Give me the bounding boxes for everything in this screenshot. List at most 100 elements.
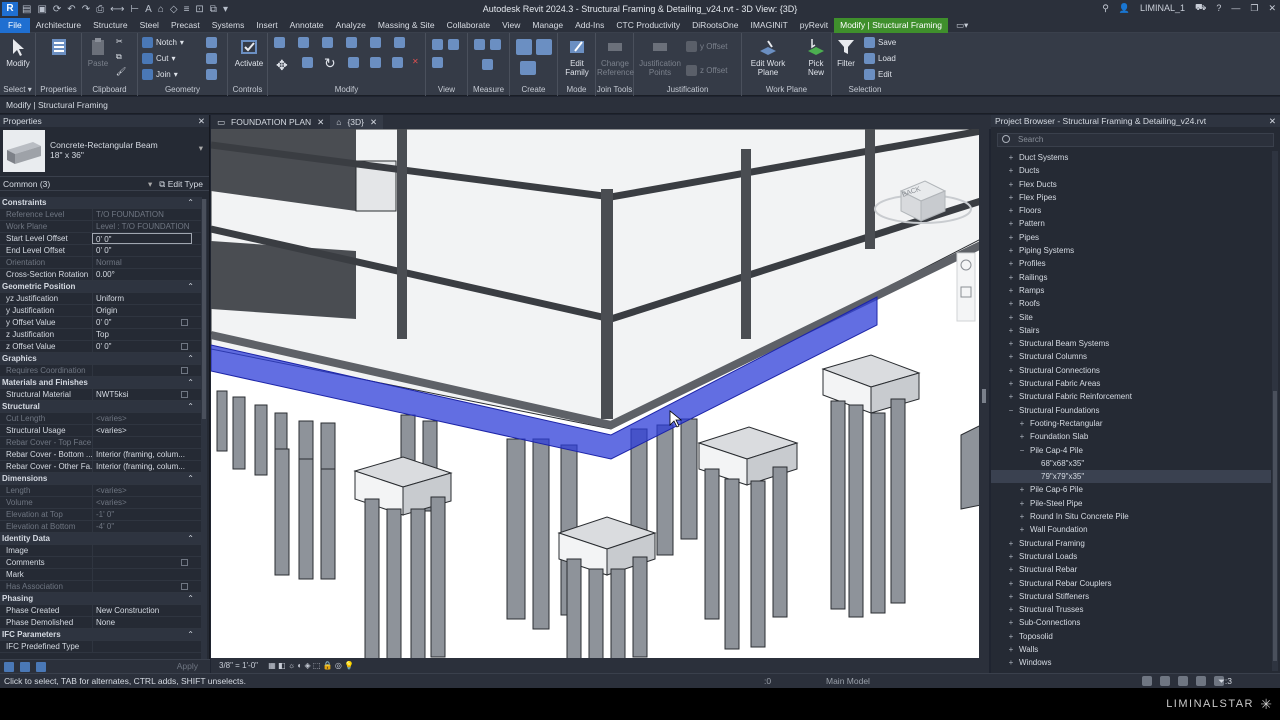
property-value[interactable]: 0' 0" — [92, 245, 192, 256]
collapse-chevron-icon[interactable]: ⌃ — [187, 281, 194, 293]
temporary-hide-icon[interactable]: ◎ — [335, 661, 342, 670]
pile-cap-2[interactable] — [697, 426, 799, 650]
properties-button[interactable] — [44, 37, 74, 59]
ribbon-tab-add-ins[interactable]: Add-Ins — [569, 18, 610, 33]
collapse-icon[interactable]: − — [1007, 404, 1015, 417]
browser-item[interactable]: + Piping Systems — [991, 244, 1271, 257]
browser-item[interactable]: + Structural Rebar — [991, 563, 1271, 576]
property-value[interactable] — [92, 641, 192, 652]
panel-view-label[interactable]: View — [426, 85, 467, 94]
create-parts-icon[interactable] — [536, 39, 552, 55]
pick-new-button[interactable]: Pick New — [802, 37, 830, 77]
view-scrollbar[interactable] — [979, 129, 989, 658]
close-button[interactable]: ✕ — [1268, 3, 1276, 14]
change-reference-button[interactable]: Change Reference — [597, 37, 634, 77]
property-category[interactable]: Constraints ⌃ — [0, 197, 202, 209]
property-value[interactable] — [92, 557, 192, 568]
undo-icon[interactable]: ↶ — [67, 4, 75, 15]
redo-icon[interactable]: ↷ — [82, 4, 90, 15]
browser-item[interactable]: + Flex Ducts — [991, 178, 1271, 191]
property-value[interactable]: Uniform — [92, 293, 192, 304]
property-value[interactable]: <varies> — [92, 425, 192, 436]
filter-dropdown[interactable]: Common (3) — [3, 179, 50, 189]
select-links-icon[interactable] — [1142, 676, 1152, 686]
edit-selection-button[interactable]: Edit — [864, 69, 892, 80]
close-icon[interactable]: ✕ — [370, 115, 377, 129]
collapse-chevron-icon[interactable]: ⌃ — [187, 473, 194, 485]
browser-item[interactable]: + Windows — [991, 656, 1271, 669]
modify-button[interactable]: Modify — [4, 37, 32, 68]
browser-item[interactable]: + Round In Situ Concrete Pile — [991, 510, 1271, 523]
property-category[interactable]: Structural ⌃ — [0, 401, 202, 413]
worksets-indicator[interactable]: :0 — [764, 674, 771, 688]
property-checkbox[interactable] — [181, 559, 188, 566]
revit-logo-icon[interactable]: R — [2, 2, 18, 16]
render-icon[interactable]: ◈ — [305, 661, 311, 670]
expand-icon[interactable]: + — [1007, 364, 1015, 377]
browser-item[interactable]: + Structural Framing — [991, 537, 1271, 550]
property-value[interactable]: Top — [92, 329, 192, 340]
ribbon-tab-steel[interactable]: Steel — [134, 18, 165, 33]
browser-item[interactable]: + Railings — [991, 271, 1271, 284]
properties-scroll-thumb[interactable] — [202, 199, 206, 419]
panel-controls-label[interactable]: Controls — [228, 85, 267, 94]
property-value[interactable]: NWT5ksi — [92, 389, 192, 400]
view-tab[interactable]: ⌂ {3D} ✕ — [330, 115, 384, 129]
pile-cap-4[interactable] — [557, 516, 657, 658]
expand-icon[interactable]: + — [1007, 630, 1015, 643]
aligned-dimension-icon[interactable] — [482, 59, 493, 70]
expand-icon[interactable]: + — [1007, 297, 1015, 310]
edit-work-plane-button[interactable]: Edit Work Plane — [746, 37, 790, 77]
browser-item[interactable]: + Stairs — [991, 324, 1271, 337]
select-by-face-icon[interactable] — [1196, 676, 1206, 686]
browser-item[interactable]: + Structural Columns — [991, 350, 1271, 363]
crop-view-icon[interactable]: ⬚ — [313, 661, 321, 670]
browser-item[interactable]: + Structural Beam Systems — [991, 337, 1271, 350]
navigation-bar[interactable] — [956, 252, 976, 322]
ribbon-tab-annotate[interactable]: Annotate — [284, 18, 330, 33]
ribbon-tab-structure[interactable]: Structure — [87, 18, 134, 33]
panel-properties-label[interactable]: Properties — [36, 85, 81, 94]
type-selector[interactable]: Concrete-Rectangular Beam 18" x 36" ▾ — [0, 127, 209, 177]
filter-count[interactable]: ⏷:3 — [1218, 674, 1232, 688]
close-icon[interactable]: ✕ — [317, 115, 324, 129]
type-selector-chevron-icon[interactable]: ▾ — [199, 143, 203, 154]
design-options-model[interactable]: Main Model — [826, 674, 870, 688]
select-pinned-icon[interactable] — [1178, 676, 1188, 686]
view-scale[interactable]: 3/8" = 1'-0" — [219, 661, 258, 670]
expand-icon[interactable]: + — [1018, 430, 1026, 443]
property-value[interactable]: New Construction — [92, 605, 192, 616]
panel-work-plane-label[interactable]: Work Plane — [742, 85, 831, 94]
browser-item[interactable]: + Pile-Steel Pipe — [991, 497, 1271, 510]
close-hidden-icon[interactable]: ⊡ — [195, 4, 203, 15]
user-icon[interactable]: 👤 — [1119, 3, 1130, 14]
collapse-chevron-icon[interactable]: ⌃ — [187, 593, 194, 605]
expand-icon[interactable]: + — [1018, 497, 1026, 510]
collapse-chevron-icon[interactable]: ⌃ — [187, 353, 194, 365]
browser-item[interactable]: + Sub-Connections — [991, 616, 1271, 629]
paste-button[interactable]: Paste — [86, 37, 110, 68]
ribbon-tab-architecture[interactable]: Architecture — [30, 18, 87, 33]
expand-icon[interactable]: + — [1018, 483, 1026, 496]
property-value[interactable]: Origin — [92, 305, 192, 316]
panel-selection-label[interactable]: Selection — [832, 85, 898, 94]
browser-item[interactable]: + Ducts — [991, 164, 1271, 177]
property-category[interactable]: Graphics ⌃ — [0, 353, 202, 365]
expand-icon[interactable]: + — [1018, 417, 1026, 430]
property-value[interactable]: 0' 0" — [92, 317, 192, 328]
cut-tool-icon[interactable]: ✂ — [116, 37, 123, 46]
sun-path-icon[interactable]: ☼ — [288, 661, 295, 670]
create-assembly-icon[interactable] — [516, 39, 532, 55]
property-checkbox[interactable] — [181, 319, 188, 326]
scale-icon[interactable] — [392, 57, 403, 68]
save-selection-button[interactable]: Save — [864, 37, 896, 48]
property-value[interactable]: None — [92, 617, 192, 628]
expand-icon[interactable]: + — [1007, 231, 1015, 244]
property-category[interactable]: Identity Data ⌃ — [0, 533, 202, 545]
collapse-chevron-icon[interactable]: ⌃ — [187, 197, 194, 209]
browser-scroll-thumb[interactable] — [1273, 391, 1277, 661]
panel-justification-label[interactable]: Justification — [634, 85, 741, 94]
panel-create-label[interactable]: Create — [510, 85, 557, 94]
text-icon[interactable]: A — [145, 4, 152, 15]
browser-item[interactable]: + Roofs — [991, 297, 1271, 310]
